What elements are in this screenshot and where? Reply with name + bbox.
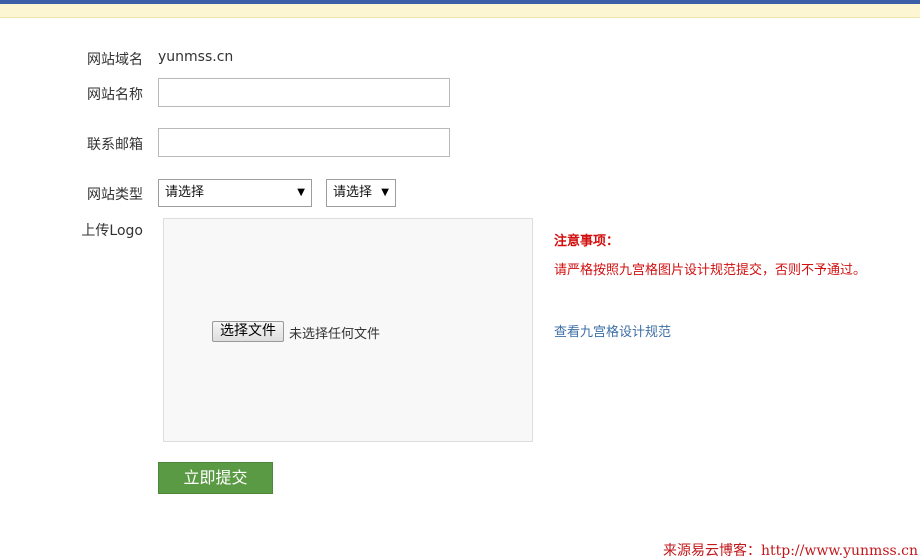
notice-text: 请严格按照九宫格图片设计规范提交，否则不予通过。 xyxy=(554,263,867,278)
site-type-label: 网站类型 xyxy=(87,187,143,203)
top-header-band xyxy=(0,4,920,18)
site-type-select-primary-value: 请选择 xyxy=(165,185,205,200)
source-watermark: 来源易云博客：http://www.yunmss.cn xyxy=(662,543,918,559)
caret-down-icon: ▼ xyxy=(381,187,389,198)
site-submit-page: 网站域名 yunmss.cn 网站名称 联系邮箱 网站类型 请选择 ▼ 请选择 … xyxy=(0,0,920,560)
domain-value: yunmss.cn xyxy=(158,49,234,65)
logo-label: 上传Logo xyxy=(81,223,143,239)
email-input[interactable] xyxy=(158,128,450,157)
choose-file-button[interactable]: 选择文件 xyxy=(212,321,284,342)
domain-label: 网站域名 xyxy=(87,52,143,68)
logo-upload-area[interactable]: 选择文件 未选择任何文件 xyxy=(163,218,533,442)
email-label: 联系邮箱 xyxy=(87,137,143,153)
design-spec-link[interactable]: 查看九宫格设计规范 xyxy=(554,321,671,340)
site-type-select-secondary[interactable]: 请选择 ▼ xyxy=(326,179,396,207)
site-name-label: 网站名称 xyxy=(87,87,143,103)
caret-down-icon: ▼ xyxy=(297,187,305,198)
site-name-input[interactable] xyxy=(158,78,450,107)
submit-button[interactable]: 立即提交 xyxy=(158,462,273,494)
site-type-select-secondary-value: 请选择 xyxy=(333,185,373,200)
site-type-select-primary[interactable]: 请选择 ▼ xyxy=(158,179,312,207)
notice-title: 注意事项： xyxy=(554,234,620,249)
file-status-text: 未选择任何文件 xyxy=(289,327,381,342)
